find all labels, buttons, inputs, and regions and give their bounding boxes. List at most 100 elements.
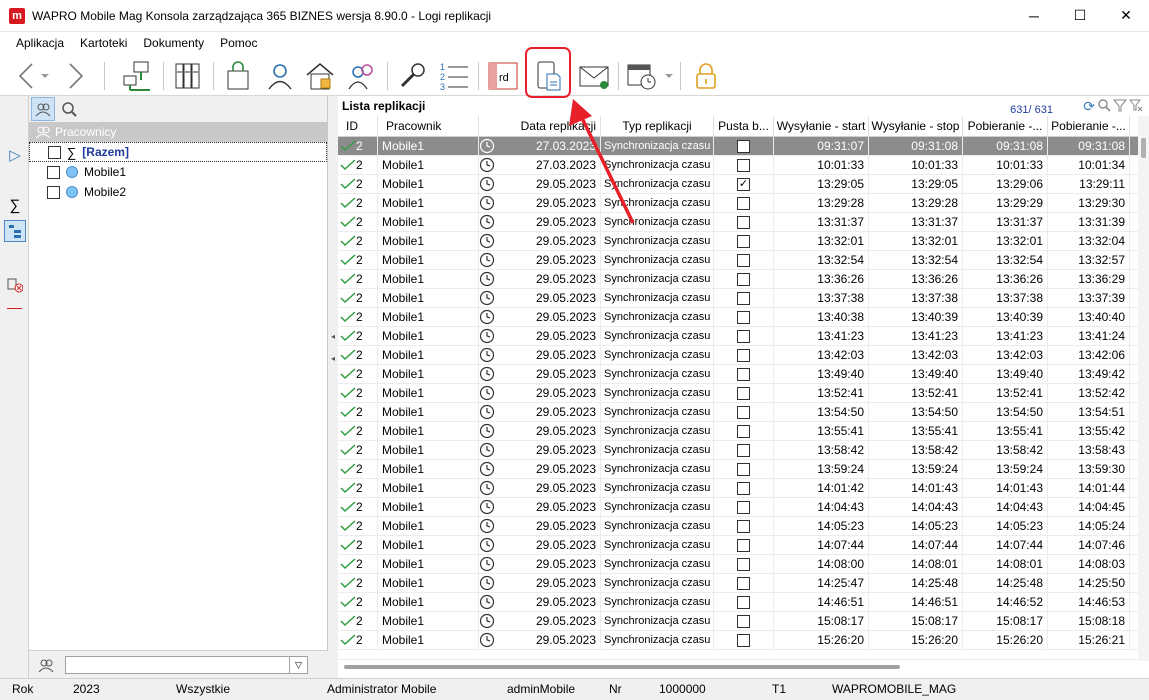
empty-batch-checkbox[interactable] xyxy=(737,139,750,153)
scroll-thumb[interactable] xyxy=(344,665,900,669)
empty-batch-checkbox[interactable] xyxy=(737,595,750,609)
users-icon[interactable] xyxy=(344,58,380,94)
table-row[interactable]: 2 Mobile1 29.05.2023 Synchronizacja czasu 13… xyxy=(338,212,1138,232)
envelope-icon[interactable] xyxy=(576,58,612,94)
mobile2-checkbox[interactable] xyxy=(47,185,60,199)
binders-icon[interactable] xyxy=(170,58,206,94)
empty-batch-checkbox[interactable] xyxy=(737,215,750,229)
empty-batch-checkbox[interactable] xyxy=(737,367,750,381)
column-header-empty[interactable]: Pusta b... xyxy=(714,116,774,137)
table-row[interactable]: 2 Mobile1 29.05.2023 Synchronizacja czasu 13… xyxy=(338,421,1138,441)
column-header-send-stop[interactable]: Wysyłanie - stop xyxy=(869,116,963,137)
table-row[interactable]: 2 Mobile1 29.05.2023 Synchronizacja czasu 13… xyxy=(338,288,1138,308)
calendar-clock-icon[interactable] xyxy=(624,58,660,94)
horizontal-scrollbar[interactable] xyxy=(338,663,1138,671)
column-header-fetch-stop[interactable]: Pobieranie -... xyxy=(1048,116,1130,137)
column-header-fetch-start[interactable]: Pobieranie -... xyxy=(963,116,1048,137)
menu-kartoteki[interactable]: Kartoteki xyxy=(72,36,135,50)
empty-batch-checkbox[interactable] xyxy=(737,329,750,343)
empty-batch-checkbox[interactable]: ✓ xyxy=(737,177,750,191)
table-row[interactable]: 2 Mobile1 29.05.2023 Synchronizacja czasu 15… xyxy=(338,630,1138,650)
menu-aplikacja[interactable]: Aplikacja xyxy=(8,36,72,50)
table-row[interactable]: 2 Mobile1 29.05.2023 Synchronizacja czasu 13… xyxy=(338,345,1138,365)
table-row[interactable]: 2 Mobile1 29.05.2023 Synchronizacja czasu 13… xyxy=(338,193,1138,213)
table-row[interactable]: 2 Mobile1 29.05.2023 Synchronizacja czasu 13… xyxy=(338,402,1138,422)
lock-icon[interactable] xyxy=(688,58,724,94)
empty-batch-checkbox[interactable] xyxy=(737,424,750,438)
collapse-left-icon[interactable]: ◂ xyxy=(331,332,335,341)
tab-search[interactable] xyxy=(57,97,81,121)
refresh-icon[interactable]: ⟳ xyxy=(1083,98,1095,115)
empty-batch-checkbox[interactable] xyxy=(737,405,750,419)
table-row[interactable]: 2 Mobile1 29.05.2023 Synchronizacja czasu 13… xyxy=(338,440,1138,460)
minimize-button[interactable]: ─ xyxy=(1011,0,1057,32)
history-dropdown-icon[interactable] xyxy=(38,58,52,94)
empty-batch-checkbox[interactable] xyxy=(737,519,750,533)
column-header-date[interactable]: Data replikacji xyxy=(479,116,601,137)
chevron-down-icon[interactable]: ▽ xyxy=(289,657,307,673)
empty-batch-checkbox[interactable] xyxy=(737,481,750,495)
maximize-button[interactable]: ☐ xyxy=(1057,0,1103,32)
empty-batch-checkbox[interactable] xyxy=(737,291,750,305)
menu-dokumenty[interactable]: Dokumenty xyxy=(135,36,212,50)
table-row[interactable]: 2 Mobile1 29.05.2023 Synchronizacja czasu 14… xyxy=(338,535,1138,555)
collapse-left-icon[interactable]: ◂ xyxy=(331,354,335,363)
tab-employees[interactable] xyxy=(31,97,55,121)
empty-batch-checkbox[interactable] xyxy=(737,576,750,590)
empty-batch-checkbox[interactable] xyxy=(737,253,750,267)
close-button[interactable]: ✕ xyxy=(1103,0,1149,32)
home-icon[interactable] xyxy=(302,58,338,94)
empty-batch-checkbox[interactable] xyxy=(737,234,750,248)
table-row[interactable]: 2 Mobile1 29.05.2023 Synchronizacja czasu 14… xyxy=(338,497,1138,517)
search-icon[interactable] xyxy=(1097,98,1111,115)
user-icon[interactable] xyxy=(262,58,298,94)
table-row[interactable]: 2 Mobile1 29.05.2023 Synchronizacja czasu 13… xyxy=(338,383,1138,403)
column-header-employee[interactable]: Pracownik xyxy=(378,116,479,137)
empty-batch-checkbox[interactable] xyxy=(737,500,750,514)
empty-batch-checkbox[interactable] xyxy=(737,348,750,362)
table-row[interactable]: 2 Mobile1 29.05.2023 Synchronizacja czasu 14… xyxy=(338,592,1138,612)
empty-batch-checkbox[interactable] xyxy=(737,310,750,324)
table-row[interactable]: 2 Mobile1 29.05.2023 Synchronizacja czasu 13… xyxy=(338,459,1138,479)
table-row[interactable]: 2 Mobile1 29.05.2023 Synchronizacja czasu 13… xyxy=(338,250,1138,270)
table-row[interactable]: 2 Mobile1 27.03.2023 Synchronizacja czasu 10… xyxy=(338,155,1138,175)
forward-arrow-icon[interactable] xyxy=(58,58,94,94)
column-header-type[interactable]: Typ replikacji xyxy=(601,116,714,137)
table-row[interactable]: 2 Mobile1 27.03.2023 Synchronizacja czasu 09… xyxy=(338,136,1138,156)
table-row[interactable]: 2 Mobile1 29.05.2023 Synchronizacja czasu 14… xyxy=(338,516,1138,536)
empty-batch-checkbox[interactable] xyxy=(737,462,750,476)
filter-icon[interactable] xyxy=(1112,98,1128,115)
empty-batch-checkbox[interactable] xyxy=(737,538,750,552)
table-row[interactable]: 2 Mobile1 29.05.2023 Synchronizacja czasu 13… xyxy=(338,364,1138,384)
empty-batch-checkbox[interactable] xyxy=(737,196,750,210)
empty-batch-checkbox[interactable] xyxy=(737,443,750,457)
table-row[interactable]: 2 Mobile1 29.05.2023 Synchronizacja czasu 14… xyxy=(338,573,1138,593)
table-row[interactable]: 2 Mobile1 29.05.2023 Synchronizacja czasu 13… xyxy=(338,307,1138,327)
tree-item-mobile1[interactable]: Mobile1 xyxy=(29,162,327,182)
tree-view-icon[interactable] xyxy=(4,220,26,242)
panel-splitter[interactable]: ◂ ◂ xyxy=(328,96,338,678)
rd-report-icon[interactable]: rd xyxy=(485,58,521,94)
table-row[interactable]: 2 Mobile1 29.05.2023 Synchronizacja czasu 13… xyxy=(338,231,1138,251)
table-row[interactable]: 2 Mobile1 29.05.2023 Synchronizacja czasu 14… xyxy=(338,478,1138,498)
scroll-thumb[interactable] xyxy=(1141,138,1146,158)
sum-icon[interactable]: ∑ xyxy=(4,194,26,216)
play-icon[interactable]: ▷ xyxy=(4,144,26,166)
filter-clear-icon[interactable] xyxy=(1128,98,1143,115)
empty-batch-checkbox[interactable] xyxy=(737,272,750,286)
tree-item-razem[interactable]: ∑ [Razem] xyxy=(29,142,327,162)
calendar-dropdown-icon[interactable] xyxy=(662,58,676,94)
empty-batch-checkbox[interactable] xyxy=(737,614,750,628)
empty-batch-checkbox[interactable] xyxy=(737,557,750,571)
table-row[interactable]: 2 Mobile1 29.05.2023 Synchronizacja czasu ✓ 1… xyxy=(338,174,1138,194)
empty-batch-checkbox[interactable] xyxy=(737,386,750,400)
network-icon[interactable] xyxy=(120,58,156,94)
table-row[interactable]: 2 Mobile1 29.05.2023 Synchronizacja czasu 14… xyxy=(338,554,1138,574)
table-row[interactable]: 2 Mobile1 29.05.2023 Synchronizacja czasu 15… xyxy=(338,611,1138,631)
vertical-scrollbar[interactable] xyxy=(1138,116,1149,661)
column-header-send-start[interactable]: Wysyłanie - start xyxy=(774,116,869,137)
menu-pomoc[interactable]: Pomoc xyxy=(212,36,265,50)
wrench-icon[interactable] xyxy=(394,58,430,94)
column-header-id[interactable]: ID xyxy=(338,116,378,137)
mobile1-checkbox[interactable] xyxy=(47,165,60,179)
